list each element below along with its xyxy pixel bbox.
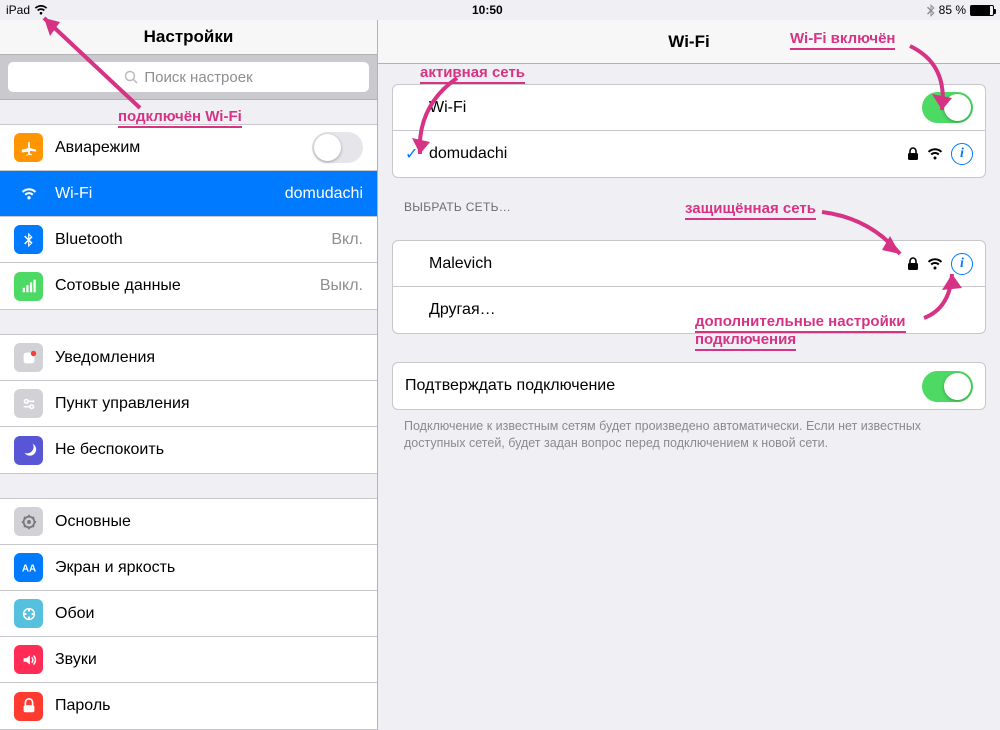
ask-to-join-row[interactable]: Подтверждать подключение [393,363,985,409]
annotation-wifi-connected: подключён Wi-Fi [118,108,242,125]
annotation-secured: защищённая сеть [685,200,816,217]
sidebar-item-passcode[interactable]: Пароль [0,683,377,729]
sidebar-item-label: Уведомления [55,349,363,367]
wifi-icon [14,179,43,208]
sidebar-item-dnd[interactable]: Не беспокоить [0,427,377,473]
sidebar-item-label: Обои [55,605,363,623]
annotation-active-network: активная сеть [420,64,525,81]
sidebar-item-value: Вкл. [331,231,363,249]
sidebar-item-notify[interactable]: Уведомления [0,335,377,381]
control-icon [14,389,43,418]
battery-percent: 85 % [939,3,966,17]
toggle[interactable] [312,132,363,163]
sidebar-item-label: Пункт управления [55,395,363,413]
sidebar-item-control[interactable]: Пункт управления [0,381,377,427]
wallpaper-icon [14,599,43,628]
battery-icon [970,5,994,16]
sidebar-item-display[interactable]: AA Экран и яркость [0,545,377,591]
display-icon: AA [14,553,43,582]
sidebar-item-label: Авиарежим [55,139,312,157]
sidebar-item-cellular[interactable]: Сотовые данные Выкл. [0,263,377,309]
ask-footer: Подключение к известным сетям будет прои… [404,418,974,452]
ask-toggle[interactable] [922,371,973,402]
sidebar-item-sounds[interactable]: Звуки [0,637,377,683]
lock-icon [907,147,919,161]
bluetooth-status-icon [927,4,935,17]
sidebar-item-label: Сотовые данные [55,277,312,295]
sidebar-item-wifi[interactable]: Wi-Fi domudachi [0,171,377,217]
connected-network-row[interactable]: ✓ domudachi i [393,131,985,177]
wifi-strength-icon [927,148,943,160]
sidebar-item-value: domudachi [285,185,363,203]
annotation-wifi-on: Wi-Fi включён [790,30,895,47]
general-icon [14,507,43,536]
wifi-master-row[interactable]: Wi-Fi [393,85,985,131]
sidebar-item-label: Bluetooth [55,231,323,249]
sidebar-item-label: Основные [55,513,363,531]
sidebar-item-general[interactable]: Основные [0,499,377,545]
info-button[interactable]: i [951,143,973,165]
sidebar-item-bluetooth[interactable]: Bluetooth Вкл. [0,217,377,263]
sidebar-item-label: Экран и яркость [55,559,363,577]
sidebar-item-label: Wi-Fi [55,185,277,203]
airplane-icon [14,133,43,162]
passcode-icon [14,692,43,721]
dnd-icon [14,436,43,465]
sidebar-item-label: Звуки [55,651,363,669]
sidebar-item-label: Не беспокоить [55,441,363,459]
sidebar-item-airplane[interactable]: Авиарежим [0,125,377,171]
svg-text:AA: AA [21,563,35,574]
notify-icon [14,343,43,372]
sidebar-item-value: Выкл. [320,277,363,295]
sidebar-item-wallpaper[interactable]: Обои [0,591,377,637]
sounds-icon [14,645,43,674]
annotation-more-settings: дополнительные настройки подключения [695,313,906,349]
sidebar-item-label: Пароль [55,697,363,715]
cellular-icon [14,272,43,301]
clock: 10:50 [48,3,927,17]
bluetooth-icon [14,225,43,254]
